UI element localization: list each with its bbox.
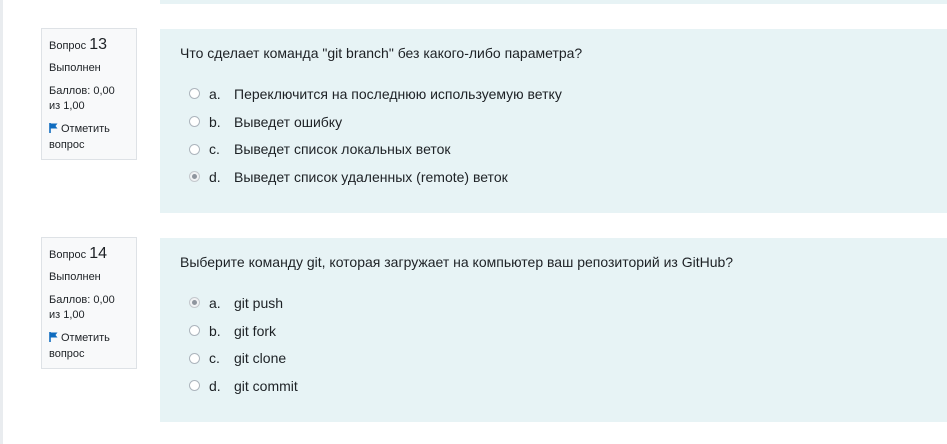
flag-label-1: Отметить [61,332,110,344]
grade-line-1: Баллов: 0,00 [49,85,115,97]
answer-letter: b. [209,322,221,339]
flag-icon [49,123,58,138]
answer-option-b[interactable]: b. Выведет ошибку [180,108,927,136]
grade-line-2: из 1,00 [49,309,85,321]
question-number: 14 [89,245,108,262]
answer-text: git commit [234,377,298,394]
answer-letter: c. [209,141,220,158]
answer-letter: d. [209,377,221,394]
question-content-14: Выберите команду git, которая загружает … [160,238,947,422]
flag-label-1: Отметить [61,123,110,135]
question-label: Вопрос [49,40,87,52]
flag-label-2: вопрос [49,139,85,151]
radio-button[interactable] [189,88,200,100]
question-info-13: Вопрос 13 Выполнен Баллов: 0,00 из 1,00 … [41,28,137,160]
previous-question-bottom [160,0,947,4]
answer-text: git clone [234,350,287,367]
page-left-border [0,0,3,444]
radio-button[interactable] [189,325,200,337]
question-grade: Баллов: 0,00 из 1,00 [49,293,130,323]
answer-text: Выведет ошибку [234,113,343,130]
answer-text: Выведет список локальных веток [234,141,451,158]
answer-letter: d. [209,168,221,185]
radio-button-selected[interactable] [189,171,200,183]
answer-option-d[interactable]: d. Выведет список удаленных (remote) вет… [180,163,927,191]
flag-question-link[interactable]: Отметить вопрос [49,122,130,153]
question-content-13: Что сделает команда "git branch" без как… [160,29,947,213]
answer-option-a[interactable]: a. git push [180,289,927,317]
radio-button[interactable] [189,116,200,128]
answer-letter: a. [209,85,221,102]
question-state: Выполнен [49,62,101,74]
radio-button[interactable] [189,380,200,392]
answer-option-c[interactable]: c. git clone [180,344,927,372]
question-number-row: Вопрос 13 [49,37,130,54]
question-info-14: Вопрос 14 Выполнен Баллов: 0,00 из 1,00 … [41,237,137,369]
answer-text: git push [234,294,284,311]
question-number-row: Вопрос 14 [49,246,130,263]
radio-button[interactable] [189,143,200,155]
question-text: Что сделает команда "git branch" без как… [180,45,583,61]
question-text: Выберите команду git, которая загружает … [180,254,734,270]
answer-list: a. Переключится на последнюю используему… [180,80,927,191]
flag-label-2: вопрос [49,348,85,360]
question-grade: Баллов: 0,00 из 1,00 [49,84,130,114]
answer-text: Переключится на последнюю используемую в… [234,85,562,102]
question-number: 13 [89,36,108,53]
answer-option-c[interactable]: c. Выведет список локальных веток [180,135,927,163]
question-label: Вопрос [49,249,87,261]
answer-text: Выведет список удаленных (remote) веток [234,168,508,185]
radio-button[interactable] [189,352,200,364]
answer-text: git fork [234,322,277,339]
answer-letter: a. [209,294,221,311]
answer-option-b[interactable]: b. git fork [180,317,927,345]
answer-letter: b. [209,113,221,130]
grade-line-1: Баллов: 0,00 [49,294,115,306]
flag-question-link[interactable]: Отметить вопрос [49,331,130,362]
flag-icon [49,332,58,347]
radio-button-selected[interactable] [189,297,200,309]
grade-line-2: из 1,00 [49,100,85,112]
answer-list: a. git push b. git fork c. git clone d. … [180,289,927,400]
question-state: Выполнен [49,271,101,283]
answer-letter: c. [209,350,220,367]
answer-option-d[interactable]: d. git commit [180,372,927,400]
answer-option-a[interactable]: a. Переключится на последнюю используему… [180,80,927,108]
